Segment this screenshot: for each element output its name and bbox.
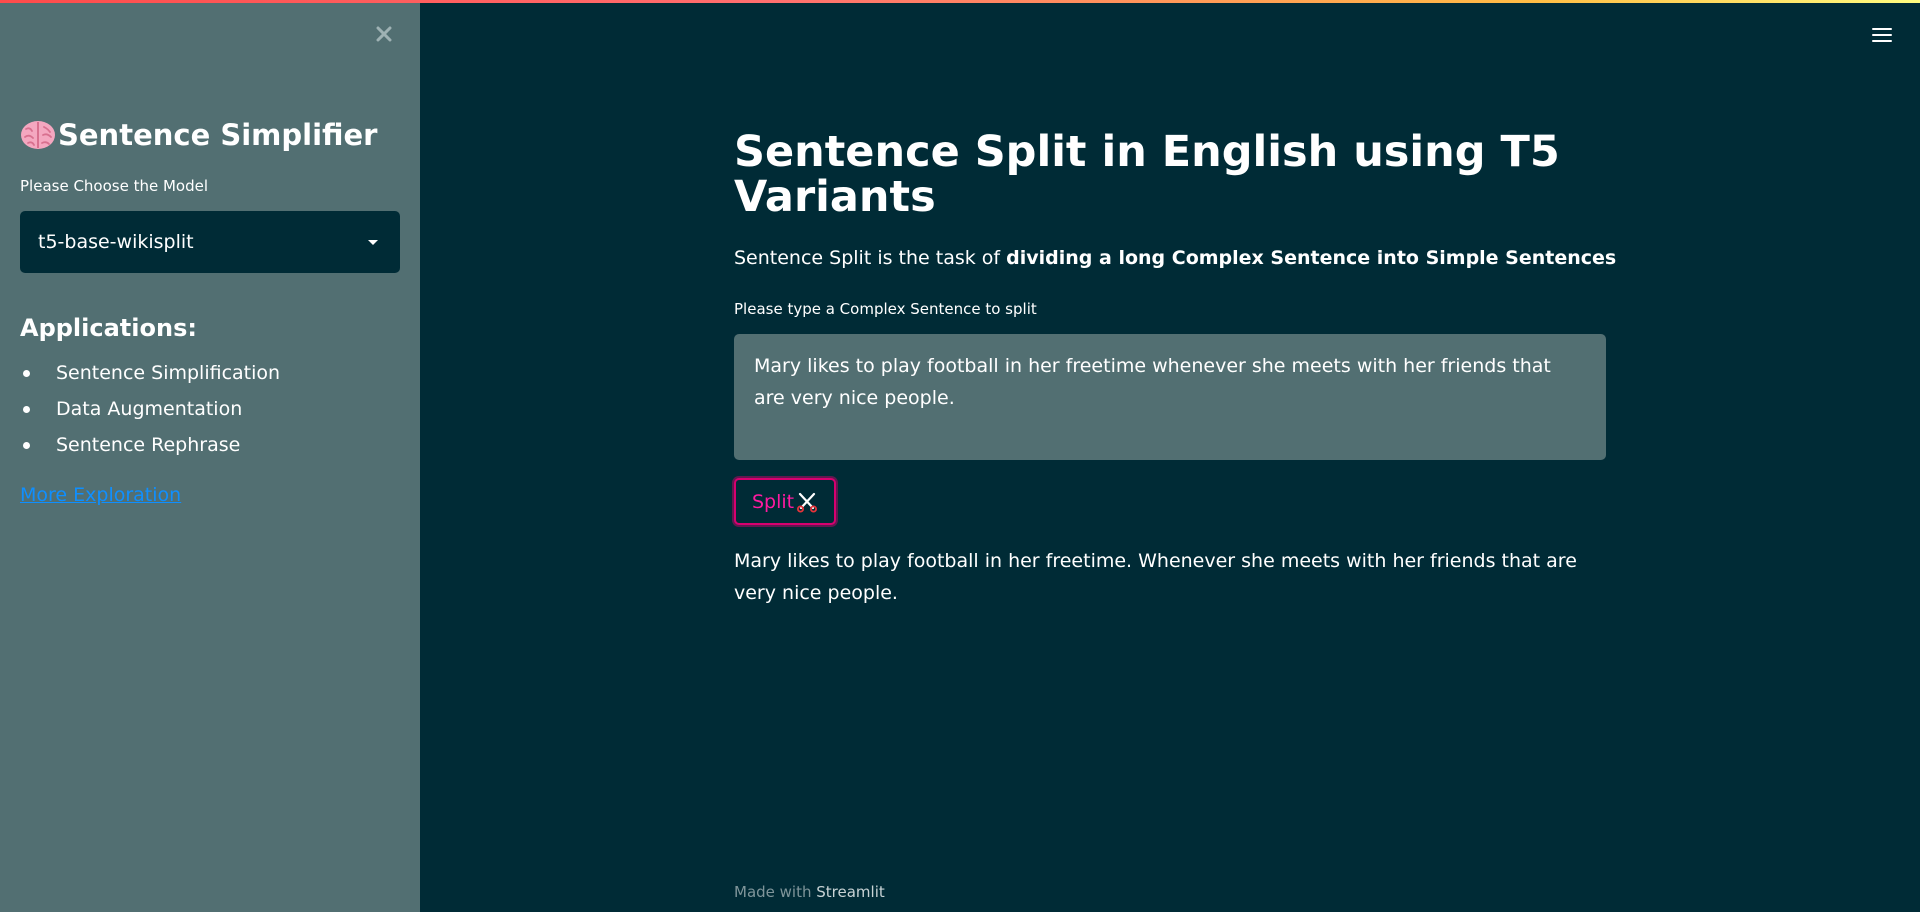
intro-prefix: Sentence Split is the task of [734,247,1007,269]
top-decoration-bar [0,0,1920,3]
sidebar-title-text: Sentence Simplifier [58,118,378,152]
hamburger-menu-icon [1872,28,1892,42]
application-label: Sentence Simplification [56,362,281,384]
model-select-value: t5-base-wikisplit [38,231,194,253]
sidebar-title: Sentence Simplifier [20,118,377,152]
list-item: Sentence Simplification [20,355,280,391]
model-select[interactable]: t5-base-wikisplit [20,211,400,273]
split-result: Mary likes to play football in her freet… [734,550,1577,604]
bullet-icon [23,369,30,377]
page-title: Sentence Split in English using T5 Varia… [734,127,1560,222]
more-exploration-link[interactable]: More Exploration [20,484,181,506]
application-label: Data Augmentation [56,398,243,420]
main-menu-button[interactable] [1871,25,1893,45]
footer: Made with Streamlit [734,883,885,901]
model-select-label: Please Choose the Model [20,177,209,195]
close-sidebar-button[interactable] [370,20,398,48]
brain-icon [21,121,55,149]
applications-heading: Applications: [20,314,197,342]
bullet-icon [23,441,30,449]
intro-bold: dividing a long Complex Sentence into Si… [1006,247,1617,269]
application-label: Sentence Rephrase [56,434,241,456]
applications-list: Sentence Simplification Data Augmentatio… [20,355,280,463]
scissors-icon [797,492,818,512]
close-icon [376,26,392,42]
sentence-input-label: Please type a Complex Sentence to split [734,300,1037,318]
chevron-down-icon [368,239,378,245]
footer-prefix: Made with [734,883,817,901]
split-button[interactable]: Split [734,478,837,525]
split-button-label: Split [752,490,795,513]
sidebar: Sentence Simplifier Please Choose the Mo… [0,0,420,912]
sentence-input[interactable]: Mary likes to play football in her freet… [734,334,1606,460]
list-item: Sentence Rephrase [20,427,280,463]
list-item: Data Augmentation [20,391,280,427]
streamlit-link[interactable]: Streamlit [816,883,885,901]
bullet-icon [23,405,30,413]
intro-text: Sentence Split is the task of dividing a… [734,247,1616,269]
